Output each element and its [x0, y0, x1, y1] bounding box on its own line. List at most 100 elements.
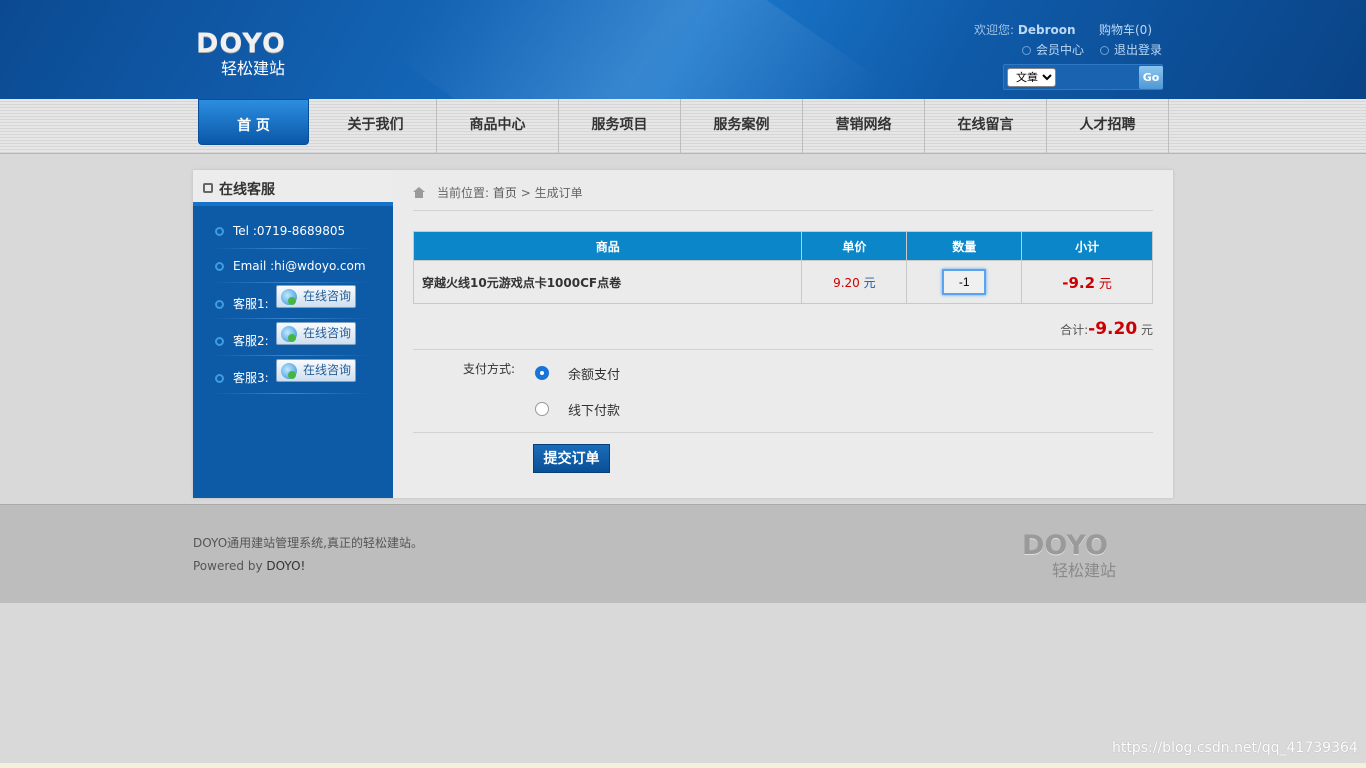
search-input[interactable] [1059, 68, 1139, 87]
radio-offline-pay[interactable] [535, 402, 549, 416]
nav-item-cases[interactable]: 服务案例 [681, 99, 803, 153]
option-offline-pay[interactable]: 线下付款 [568, 400, 620, 419]
sidebar-service-3: 客服3: [215, 369, 269, 386]
sidebar-header: 在线客服 [193, 170, 393, 206]
divider [211, 318, 371, 319]
breadcrumb-label: 当前位置: [437, 186, 490, 200]
logout-icon [1100, 46, 1109, 55]
nav-item-home[interactable]: 首 页 [198, 99, 309, 145]
circle-bullet-icon [215, 227, 224, 236]
logo-subtitle: 轻松建站 [221, 59, 286, 78]
order-total: 合计:-9.20 元 [1060, 319, 1153, 339]
sidebar-title: 在线客服 [219, 182, 275, 198]
search-type-select[interactable]: 文章 [1007, 68, 1056, 87]
total-value: -9.20 [1088, 319, 1138, 339]
username-link[interactable]: Debroon [1018, 23, 1076, 37]
nav-item-about[interactable]: 关于我们 [315, 99, 437, 153]
breadcrumb: 当前位置: 首页 > 生成订单 [413, 184, 583, 201]
consult-button-2[interactable]: 在线咨询 [276, 322, 356, 345]
nav-item-guestbook[interactable]: 在线留言 [925, 99, 1047, 153]
product-name: 穿越火线10元游戏点卡1000CF点卷 [412, 260, 803, 304]
submit-order-button[interactable]: 提交订单 [533, 444, 610, 473]
payment-method-label: 支付方式: [463, 362, 516, 376]
divider [413, 432, 1153, 433]
search-go-button[interactable]: Go [1139, 66, 1163, 89]
sidebar-tel: Tel :0719-8689805 [215, 224, 345, 238]
nav-item-products[interactable]: 商品中心 [437, 99, 559, 153]
option-balance-pay[interactable]: 余额支付 [568, 364, 620, 383]
total-unit: 元 [1140, 323, 1153, 337]
service3-label: 客服3: [233, 371, 269, 385]
footer-logo-word: DOYO [1022, 530, 1108, 561]
divider [413, 210, 1153, 211]
consult-button-1[interactable]: 在线咨询 [276, 285, 356, 308]
divider [211, 355, 371, 356]
site-footer: DOYO通用建站管理系统,真正的轻松建站。 Powered by DOYO! D… [0, 504, 1366, 603]
logout-label: 退出登录 [1114, 43, 1163, 57]
watermark: https://blog.csdn.net/qq_41739364 [1112, 740, 1358, 756]
sidebar-service-1: 客服1: [215, 295, 269, 312]
member-center-link[interactable]: 会员中心 [1022, 41, 1084, 58]
logout-link[interactable]: 退出登录 [1100, 41, 1162, 58]
quantity-cell [906, 260, 1023, 304]
nav-item-jobs[interactable]: 人才招聘 [1047, 99, 1169, 153]
site-header: DOYO 轻松建站 欢迎您: Debroon 购物车(0) 会员中心 退出登录 … [0, 0, 1366, 99]
table-header-row: 商品 单价 数量 小计 [412, 231, 1153, 261]
main-container: 在线客服 Tel :0719-8689805 Email :hi@wdoyo.c… [193, 170, 1173, 498]
sidebar-service-2: 客服2: [215, 332, 269, 349]
circle-bullet-icon [215, 262, 224, 271]
tel-text: Tel :0719-8689805 [233, 224, 346, 238]
powered-prefix: Powered by [193, 559, 267, 573]
welcome-label: 欢迎您: [974, 23, 1015, 37]
column-header-product: 商品 [412, 231, 803, 261]
footer-logo: DOYO 轻松建站 [1022, 532, 1152, 584]
footer-slogan: DOYO通用建站管理系统,真正的轻松建站。 [193, 536, 423, 550]
nav-item-services[interactable]: 服务项目 [559, 99, 681, 153]
quantity-input[interactable] [942, 269, 987, 295]
sidebar-email: Email :hi@wdoyo.com [215, 259, 366, 273]
header-decoration [393, 0, 887, 99]
nav-item-network[interactable]: 营销网络 [803, 99, 925, 153]
price-unit: 元 [863, 275, 876, 290]
divider [211, 248, 371, 249]
total-label: 合计: [1060, 323, 1089, 337]
qq-chat-icon [281, 326, 297, 342]
breadcrumb-separator: > [520, 186, 531, 200]
subtotal-cell: -9.2 元 [1021, 260, 1153, 304]
circle-bullet-icon [215, 300, 224, 309]
main-nav: 首 页 关于我们 商品中心 服务项目 服务案例 营销网络 在线留言 人才招聘 [0, 99, 1366, 154]
consult-label: 在线咨询 [303, 289, 352, 303]
divider [211, 393, 371, 394]
logo-word: DOYO [196, 28, 286, 59]
consult-label: 在线咨询 [303, 326, 352, 340]
order-content: 当前位置: 首页 > 生成订单 商品 单价 数量 小计 穿越火线10元游戏点卡1… [412, 170, 1153, 498]
service2-label: 客服2: [233, 334, 269, 348]
unit-price: 9.20 元 [801, 260, 908, 304]
search-bar: 文章 Go [1003, 64, 1163, 90]
footer-logo-subtitle: 轻松建站 [1052, 561, 1117, 580]
service1-label: 客服1: [233, 297, 269, 311]
column-header-qty: 数量 [906, 231, 1023, 261]
consult-button-3[interactable]: 在线咨询 [276, 359, 356, 382]
circle-bullet-icon [215, 337, 224, 346]
cart-table: 商品 单价 数量 小计 穿越火线10元游戏点卡1000CF点卷 9.20 元 -… [412, 231, 1153, 304]
qq-chat-icon [281, 363, 297, 379]
subtotal-value: -9.2 [1062, 273, 1096, 292]
price-value: 9.20 [833, 275, 860, 290]
consult-label: 在线咨询 [303, 363, 352, 377]
member-icon [1022, 46, 1031, 55]
breadcrumb-home-link[interactable]: 首页 [493, 186, 517, 200]
breadcrumb-current: 生成订单 [534, 186, 583, 200]
email-text: Email :hi@wdoyo.com [233, 259, 366, 273]
home-icon [413, 187, 425, 198]
sidebar-online-service: 在线客服 Tel :0719-8689805 Email :hi@wdoyo.c… [193, 170, 393, 498]
cart-link[interactable]: 购物车(0) [1099, 21, 1152, 38]
divider [413, 349, 1153, 350]
square-bullet-icon [203, 183, 213, 193]
powered-brand-link[interactable]: DOYO! [266, 559, 305, 573]
column-header-subtotal: 小计 [1021, 231, 1153, 261]
site-logo[interactable]: DOYO 轻松建站 [196, 30, 320, 82]
footer-powered: Powered by DOYO! [193, 559, 305, 573]
radio-balance-pay[interactable] [535, 366, 549, 380]
bottom-strip [0, 763, 1366, 768]
